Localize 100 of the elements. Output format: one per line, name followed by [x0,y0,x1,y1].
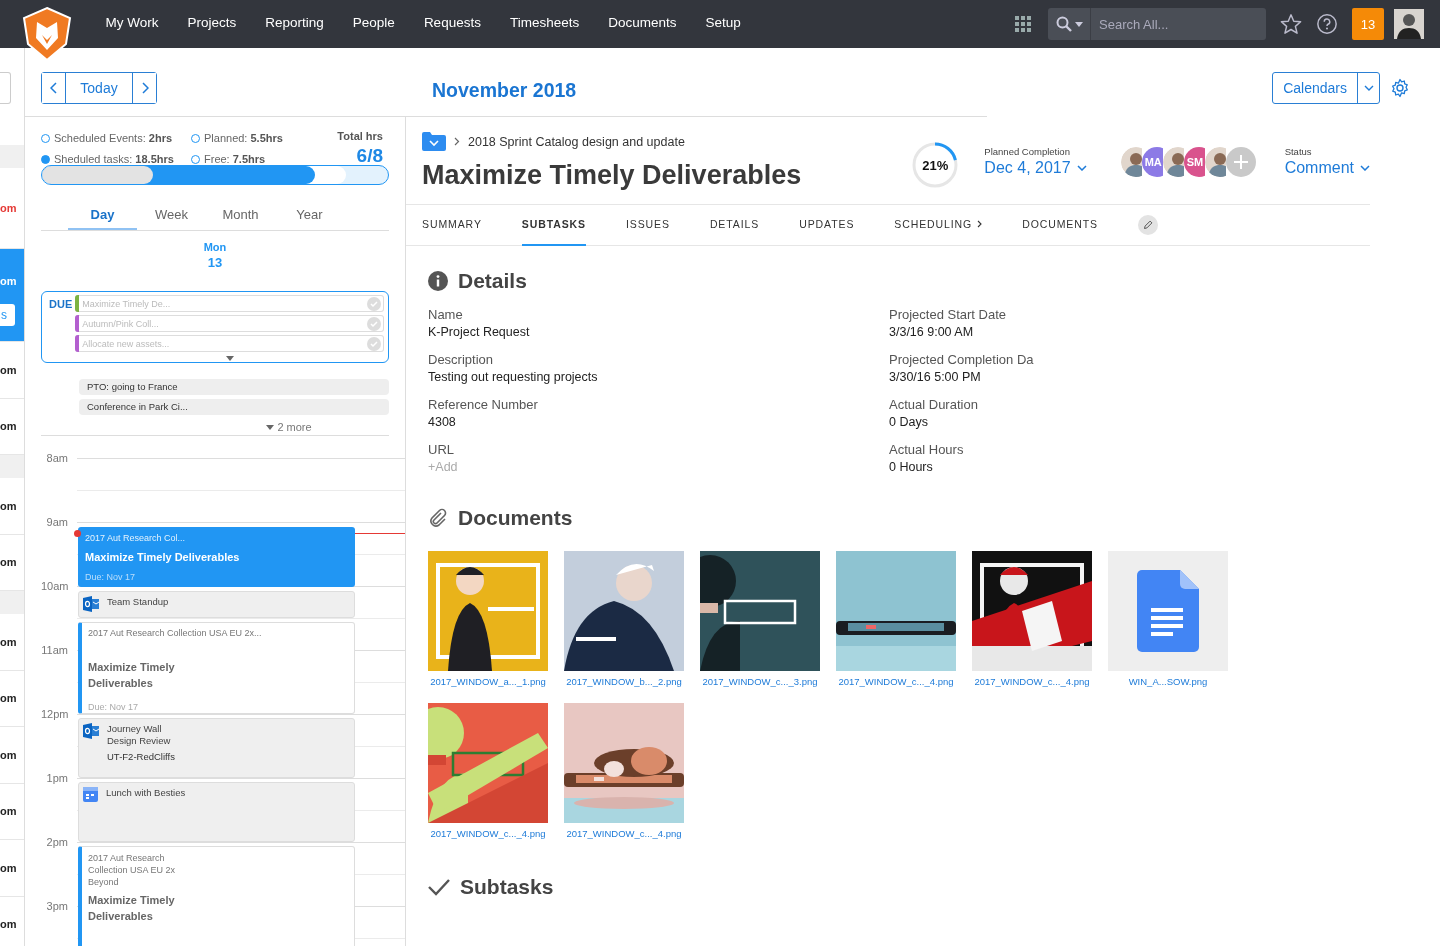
event-title: Maximize Timely Deliverables [88,660,176,691]
meeting-event[interactable]: Journey Wall Design Review UT-F2-RedCliffs [78,718,355,778]
hour-label: 2pm [45,835,68,850]
tab[interactable]: SUMMARY [422,204,482,246]
empty-row [0,145,24,168]
view-tab[interactable]: Week [137,201,206,230]
hour-label: 3pm [45,899,68,914]
section-heading: Subtasks [460,875,554,899]
nav-link[interactable]: People [338,1,410,47]
hour-label: 11am [41,643,68,658]
help-icon[interactable] [1316,13,1338,35]
settings-icon[interactable] [1390,78,1410,98]
hour-label: 12pm [41,707,68,722]
event-title: Maximize Timely Deliverables [85,551,241,563]
planned-completion-label: Planned Completion [984,146,1071,157]
tab[interactable]: ISSUES [625,204,670,246]
check-circle-icon[interactable] [367,296,381,311]
calendars-dropdown[interactable]: Calendars [1272,72,1380,104]
event-title: Team Standup [107,596,170,608]
user-avatar[interactable] [1394,9,1424,39]
field-label: URL [428,442,455,457]
nav-link[interactable]: My Work [91,1,173,47]
check-circle-icon[interactable] [367,316,381,331]
search-scope-button[interactable] [1048,8,1090,40]
file-name[interactable]: WIN_A...SOW.png [1108,676,1228,687]
task-event[interactable]: 2017 Aut Research Collection USA EU 2x Beyond Maximize Timely Deliverables [78,846,355,946]
list-row[interactable]: om [0,727,24,784]
today-button[interactable]: Today [65,73,133,103]
paperclip-icon [428,508,448,528]
file-name[interactable]: 2017_WINDOW_c..._4.png [564,828,684,839]
chevron-down-icon[interactable] [1076,165,1087,171]
caret-icon [266,424,275,430]
all-day-event[interactable]: Conference in Park Ci... [79,399,389,415]
file-name[interactable]: 2017_WINDOW_b..._2.png [564,676,684,687]
chevron-down-icon[interactable] [1360,165,1370,171]
field-value: K-Project Request [428,325,531,339]
search-field[interactable]: Search All... [1090,8,1266,40]
search-icon[interactable] [1055,16,1072,32]
file-name[interactable]: 2017_WINDOW_c..._4.png [972,676,1092,687]
file-name[interactable]: 2017_WINDOW_c..._4.png [836,676,956,687]
row-text: om [0,804,18,819]
file-name[interactable]: 2017_WINDOW_c..._3.png [700,676,820,687]
list-row[interactable]: om [0,342,24,399]
due-label: DUE [49,298,73,312]
tab[interactable]: SUBTASKS [521,204,586,246]
lion-logo[interactable] [20,6,74,62]
chevron-right-icon[interactable] [140,82,149,94]
tab[interactable]: SCHEDULING [894,204,983,246]
list-row[interactable]: om [0,478,24,535]
view-tab[interactable]: Year [275,201,344,230]
row-text: om [0,201,18,215]
nav-link[interactable]: Setup [691,1,756,47]
due-task-title: Maximize Timely De... [82,298,172,309]
field-value: 0 Days [889,415,929,429]
avatar[interactable]: SM [1183,147,1205,177]
folder-icon[interactable] [422,132,446,151]
caret-icon[interactable] [1074,21,1083,27]
apps-grid-icon[interactable] [1015,16,1031,32]
chevron-left-icon[interactable] [49,82,58,94]
nav-link[interactable]: Projects [173,1,251,47]
breadcrumb-link[interactable]: 2018 Sprint Catalog design and update [468,134,685,149]
field-label: Projected Completion Da [889,352,1035,367]
file-name[interactable]: 2017_WINDOW_c..._4.png [428,828,548,839]
meeting-event[interactable]: Team Standup [78,591,355,618]
task-title: Maximize Timely Deliverables [422,160,802,191]
meeting-event[interactable]: Lunch with Besties [78,782,355,842]
outlook-icon [83,596,99,612]
edit-icon[interactable] [1137,215,1158,235]
list-row[interactable]: om [0,896,24,946]
star-icon[interactable] [1280,13,1302,35]
event-project: 2017 Aut Research Col... [85,533,187,543]
list-row[interactable]: om [0,614,24,671]
field-label: Actual Duration [889,397,979,412]
caret-icon[interactable] [225,356,234,361]
chevron-down-icon[interactable] [1363,85,1374,91]
nav-link[interactable]: Timesheets [495,1,594,47]
nav-link[interactable]: Documents [593,1,691,47]
task-event[interactable]: 2017 Aut Research Collection USA EU 2x... Maximize Timely Deliverables Due: Nov 17 [78,622,355,714]
list-row[interactable]: om [0,670,24,727]
list-row[interactable]: om [0,840,24,897]
view-tab[interactable]: Day [68,201,137,230]
planned-completion-dropdown[interactable]: Dec 4, 2017 [984,159,1087,177]
tab[interactable]: UPDATES [799,204,855,246]
file-name[interactable]: 2017_WINDOW_a..._1.png [428,676,548,687]
field-label: Projected Start Date [889,307,1008,322]
tab[interactable]: DOCUMENTS [1022,204,1098,246]
nav-link[interactable]: Requests [409,1,496,47]
all-day-event[interactable]: PTO: going to France [79,379,389,395]
tab[interactable]: DETAILS [709,204,760,246]
row-text: om [0,555,18,570]
check-circle-icon[interactable] [367,336,381,351]
status-label: Status [1284,146,1313,157]
nav-link[interactable]: Reporting [250,1,339,47]
view-tab[interactable]: Month [206,201,275,230]
field-value: 4308 [428,415,457,429]
status-dropdown[interactable]: Comment [1284,159,1370,177]
list-row[interactable]: om [0,783,24,840]
event-due: Due: Nov 17 [88,702,140,712]
more-link[interactable]: 2 more [266,421,312,433]
calendar-icon [83,787,98,802]
